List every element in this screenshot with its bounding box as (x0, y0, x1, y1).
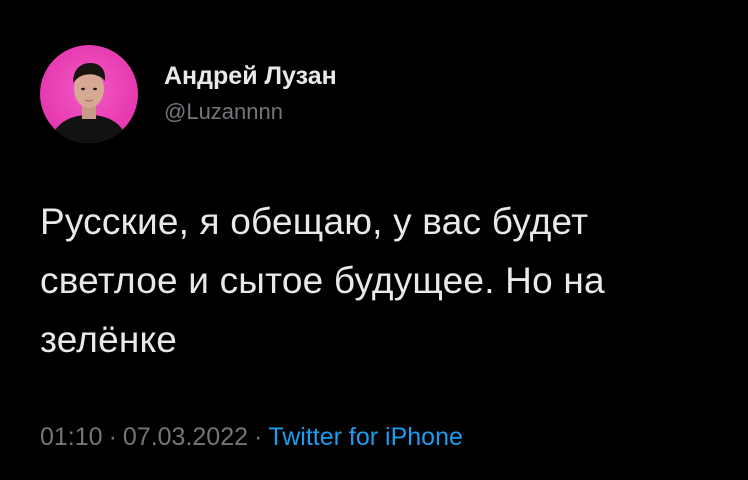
tweet-text: Русские, я обещаю, у вас будет светлое и… (40, 201, 605, 360)
separator-dot: · (254, 423, 263, 451)
tweet-header: Андрей Лузан @Luzannnn (40, 40, 337, 148)
tweet-card: Андрей Лузан @Luzannnn Русские, я обещаю… (0, 0, 748, 480)
avatar[interactable] (40, 45, 138, 143)
display-name[interactable]: Андрей Лузан (164, 61, 337, 91)
user-names: Андрей Лузан @Luzannnn (164, 61, 337, 127)
user-handle[interactable]: @Luzannnn (164, 97, 337, 127)
tweet-time[interactable]: 01:10 (40, 423, 103, 451)
tweet-date[interactable]: 07.03.2022 (123, 423, 248, 451)
avatar-portrait-icon (50, 63, 128, 143)
tweet-meta: 01:10 · 07.03.2022 · Twitter for iPhone (40, 420, 463, 454)
separator-dot: · (108, 423, 117, 451)
tweet-source-link[interactable]: Twitter for iPhone (268, 423, 463, 451)
